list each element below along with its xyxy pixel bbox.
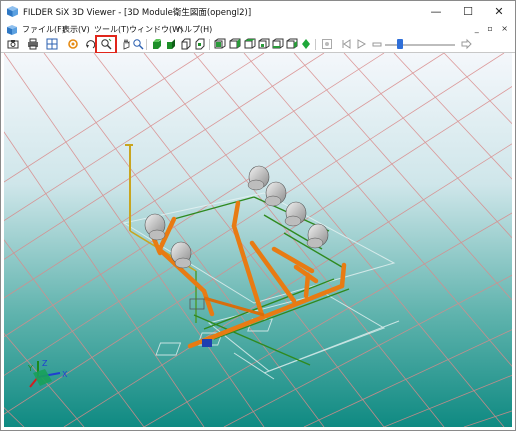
- minimize-button[interactable]: —: [420, 1, 452, 23]
- toolbar-separator: [315, 39, 316, 50]
- mdi-window-controls[interactable]: _ ▫ ×: [475, 24, 511, 33]
- 3d-scene[interactable]: Z Y X: [4, 53, 512, 427]
- toolbar-separator: [209, 39, 210, 50]
- toolbar-separator: [146, 39, 147, 50]
- pan-hand-icon[interactable]: [120, 38, 132, 50]
- record-icon[interactable]: [321, 38, 333, 50]
- view-bottom-icon[interactable]: [286, 38, 298, 50]
- view-back-icon[interactable]: [244, 38, 256, 50]
- menu-help[interactable]: ヘルプ(H): [176, 24, 212, 35]
- view-right-icon[interactable]: [229, 38, 241, 50]
- animation-slider-thumb[interactable]: [397, 39, 403, 49]
- menu-file[interactable]: ファイル(F): [22, 24, 65, 35]
- close-button[interactable]: ✕: [483, 1, 515, 23]
- animation-slider-track[interactable]: [385, 44, 455, 46]
- print-icon[interactable]: [27, 38, 39, 50]
- end-icon[interactable]: [460, 38, 472, 50]
- play-icon[interactable]: [355, 38, 367, 50]
- menu-tools[interactable]: ツール(T): [94, 24, 129, 35]
- menu-bar: ファイル(F) 表示(V) ツール(T) ウィンドウ(W) ヘルプ(H) _ ▫…: [1, 23, 515, 37]
- view-iso-right-icon[interactable]: [165, 38, 177, 50]
- step-back-icon[interactable]: [340, 38, 352, 50]
- title-bar[interactable]: FILDER SiX 3D Viewer - [3D Module衛生図面(op…: [1, 1, 515, 23]
- stop-icon[interactable]: [371, 38, 383, 50]
- orbit-icon[interactable]: [67, 38, 79, 50]
- camera-icon[interactable]: [7, 38, 19, 50]
- maximize-button[interactable]: ☐: [452, 1, 484, 23]
- window-title: FILDER SiX 3D Viewer - [3D Module衛生図面(op…: [23, 8, 252, 18]
- view-iso-front-icon[interactable]: [151, 38, 163, 50]
- blue-fitting: [202, 339, 212, 347]
- grid-view-icon[interactable]: [46, 38, 58, 50]
- view-left-icon[interactable]: [258, 38, 270, 50]
- app-cube-icon: [7, 6, 18, 17]
- view-top-icon[interactable]: [272, 38, 284, 50]
- axis-x-label: X: [62, 370, 68, 379]
- viewport-background: [4, 53, 512, 427]
- mdi-document-icon[interactable]: [6, 24, 18, 36]
- view-front-icon[interactable]: [214, 38, 226, 50]
- view-iso-back-icon[interactable]: [180, 38, 192, 50]
- axis-z-label: Z: [42, 359, 48, 368]
- viewer-window: FILDER SiX 3D Viewer - [3D Module衛生図面(op…: [0, 0, 516, 431]
- axis-y-label: Y: [27, 364, 33, 373]
- view-green-diamond-icon[interactable]: [300, 38, 312, 50]
- 3d-viewport[interactable]: Z Y X: [4, 53, 512, 427]
- highlighted-tool-frame: [95, 35, 117, 54]
- view-iso-left-icon[interactable]: [194, 38, 206, 50]
- zoom-icon[interactable]: [132, 38, 144, 50]
- menu-view[interactable]: 表示(V): [62, 24, 90, 35]
